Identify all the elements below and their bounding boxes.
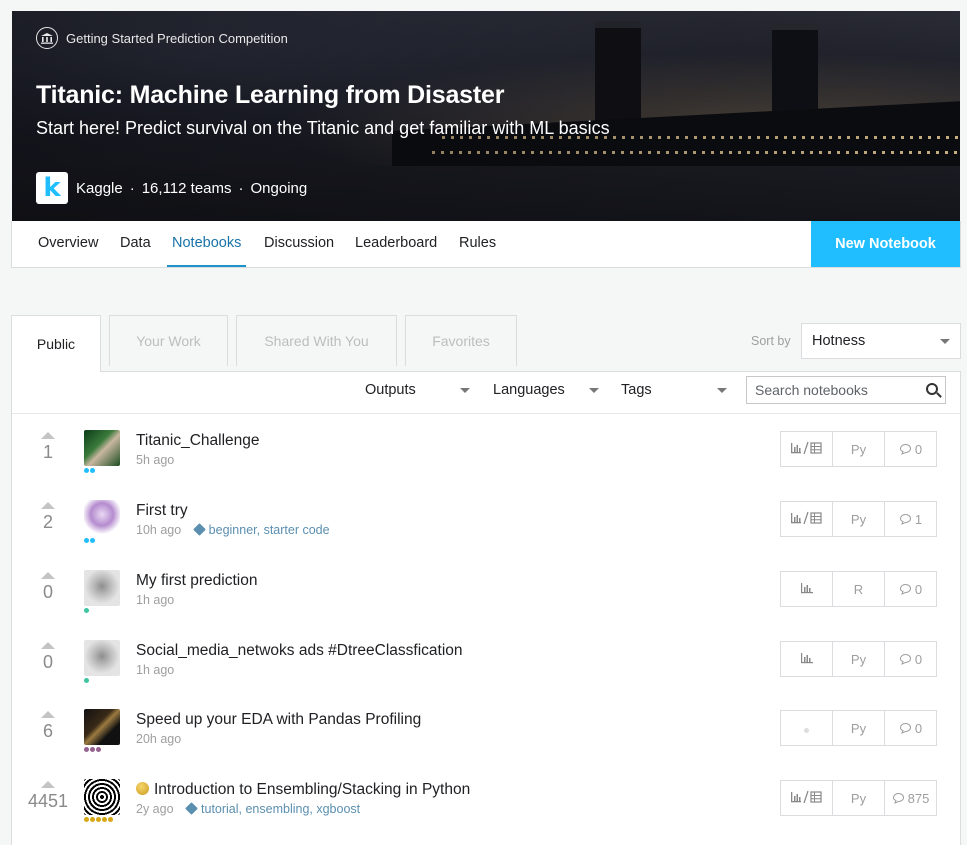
notebook-actions: Py 875 [780,780,937,816]
competition-title: Titanic: Machine Learning from Disaster [36,81,505,109]
competition-subtitle: Start here! Predict survival on the Tita… [36,118,610,138]
vote-widget: 4451 [26,781,70,812]
notebook-row[interactable]: 1 Titanic_Challenge 5h ago Py 0 [12,372,960,473]
comment-count: 875 [907,790,930,806]
upvote-icon[interactable] [41,642,55,649]
tab-shared-with-you[interactable]: Shared With You [236,315,397,366]
competition-nav: Overview Data Notebooks Discussion Leade… [11,221,961,268]
tier-dot [90,817,95,822]
tab-public[interactable]: Public [11,315,101,372]
competition-type-label: Getting Started Prediction Competition [66,30,288,46]
chart-table-icon [789,790,825,807]
notebook-tags-text: tutorial, ensembling, xgboost [201,802,361,816]
notebook-tags[interactable]: tutorial, ensembling, xgboost [185,802,361,816]
upvote-icon[interactable] [41,432,55,439]
tier-dot [102,817,107,822]
comment-icon [892,792,908,804]
upvote-icon[interactable] [41,781,55,788]
tab-rules[interactable]: Rules [459,221,496,267]
competition-status: Ongoing [250,179,308,197]
sort-value: Hotness [812,333,866,349]
vote-count: 4451 [27,791,69,811]
competition-header: Getting Started Prediction Competition T… [12,11,960,221]
tier-dot [96,817,101,822]
bank-icon [36,27,58,49]
tab-overview[interactable]: Overview [38,221,98,267]
host-link[interactable]: Kaggle [76,180,123,197]
tab-notebooks[interactable]: Notebooks [167,221,247,267]
kaggle-logo[interactable]: k [36,172,68,204]
separator-dot: · [129,179,135,197]
author-tier [84,817,113,822]
tab-data[interactable]: Data [120,221,151,267]
comments-button[interactable]: 875 [885,781,936,815]
tab-favorites[interactable]: Favorites [405,315,517,366]
notebook-row[interactable]: 4451 Introduction to Ensembling/Stacking… [12,721,960,822]
tab-discussion[interactable]: Discussion [264,221,334,267]
language-badge: Py [833,781,885,815]
tier-dot [84,817,89,822]
team-count[interactable]: 16,112 teams [142,180,232,197]
notebook-title[interactable]: Introduction to Ensembling/Stacking in P… [136,781,470,799]
chevron-down-icon [940,339,950,344]
upvote-icon[interactable] [41,572,55,579]
tab-your-work[interactable]: Your Work [109,315,228,366]
tier-dot [108,817,113,822]
language-label: Py [850,790,867,806]
notebook-row[interactable]: 0 My first prediction 1h ago R 0 [12,512,960,613]
separator-dot: · [238,179,244,197]
tag-icon [185,802,198,815]
sort-dropdown[interactable]: Hotness [801,323,961,359]
output-button[interactable] [781,781,833,815]
upvote-icon[interactable] [41,711,55,718]
notebook-row[interactable]: 0 Social_media_netwoks ads #DtreeClassfi… [12,582,960,683]
notebook-time: 2y ago [136,802,174,816]
new-notebook-button[interactable]: New Notebook [811,221,960,267]
gold-medal-icon [136,782,149,795]
notebook-meta: 2y ago tutorial, ensembling, xgboost [136,802,360,816]
sort-label: Sort by [751,334,791,348]
notebook-row[interactable]: 2 First try 10h ago beginner, starter co… [12,442,960,543]
upvote-icon[interactable] [41,502,55,509]
notebooks-panel: Outputs Languages Tags Search notebooks … [11,371,961,845]
author-avatar[interactable] [84,779,120,815]
competition-meta: k Kaggle · 16,112 teams · Ongoing [36,172,307,204]
competition-type: Getting Started Prediction Competition [36,27,288,49]
notebook-title-text: Introduction to Ensembling/Stacking in P… [154,781,471,798]
tab-leaderboard[interactable]: Leaderboard [355,221,437,267]
notebook-row[interactable]: 6 Speed up your EDA with Pandas Profilin… [12,651,960,752]
